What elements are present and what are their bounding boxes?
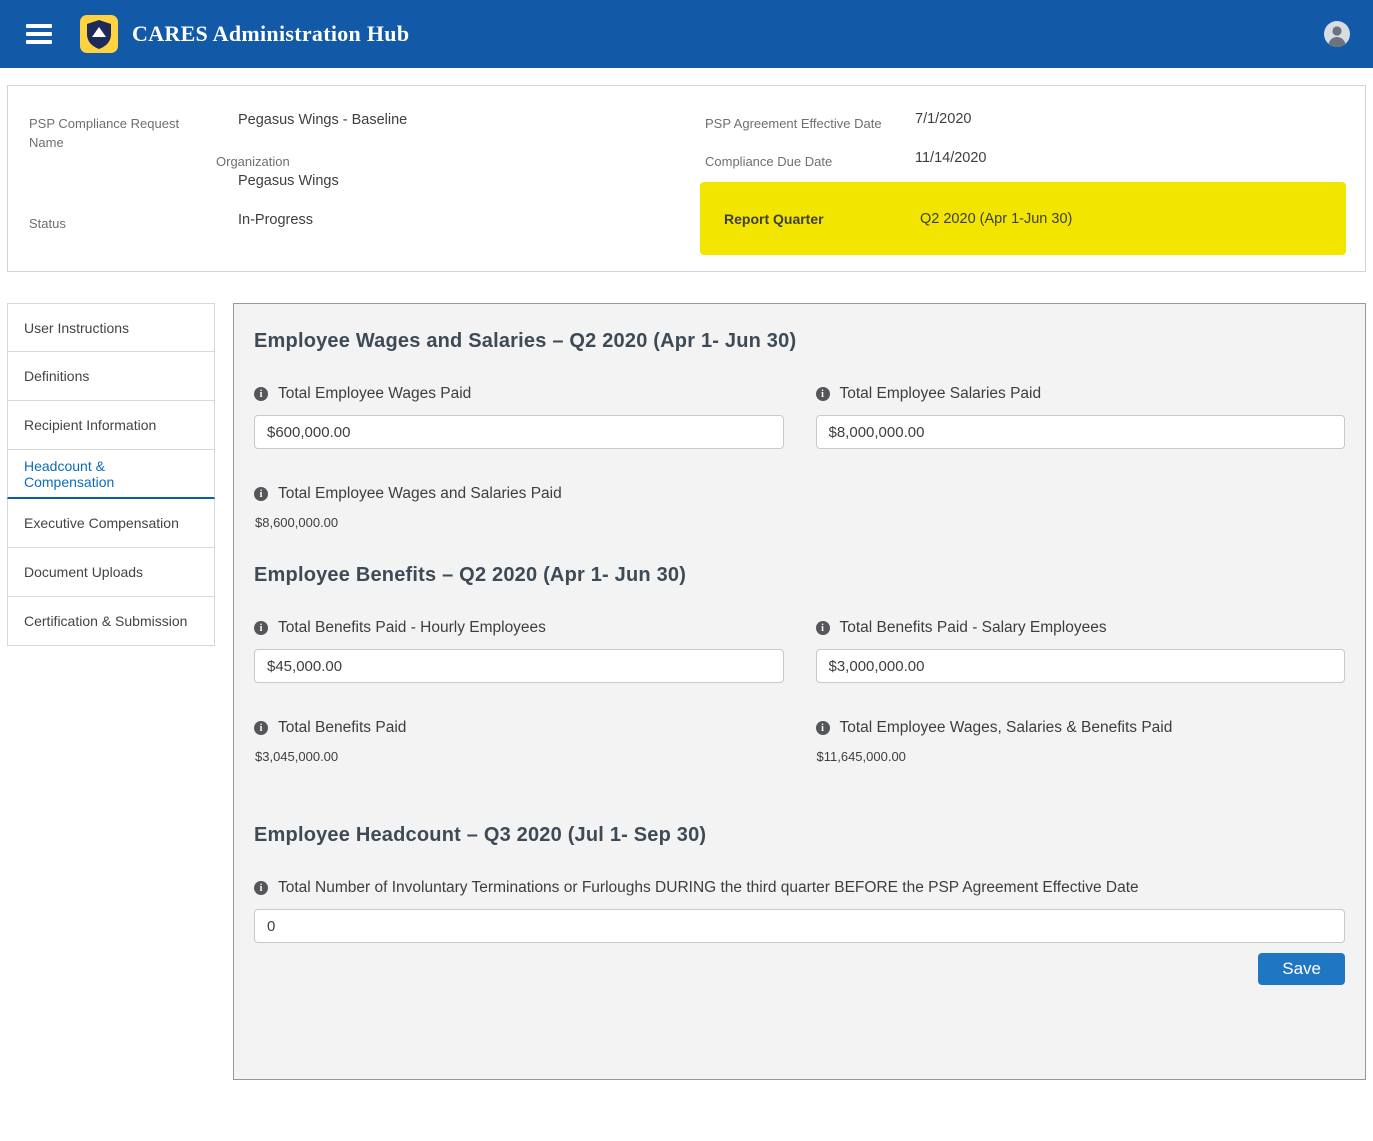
benefits-hourly-input[interactable] (254, 649, 784, 683)
wages-salaries-benefits-total-value: $11,645,000.00 (816, 749, 1346, 764)
sidebar-item-label: Document Uploads (24, 564, 143, 580)
info-icon[interactable]: i (254, 621, 268, 635)
benefits-salary-label: Total Benefits Paid - Salary Employees (840, 617, 1107, 639)
wages-salaries-total-label: Total Employee Wages and Salaries Paid (278, 483, 562, 505)
wages-paid-field: i Total Employee Wages Paid (254, 383, 784, 449)
salaries-paid-input[interactable] (816, 415, 1346, 449)
status-value: In-Progress (238, 212, 313, 228)
info-icon[interactable]: i (254, 387, 268, 401)
sidebar-item-recipient-information[interactable]: Recipient Information (7, 401, 215, 450)
benefits-hourly-label: Total Benefits Paid - Hourly Employees (278, 617, 546, 639)
status-label: Status (29, 214, 66, 233)
info-icon[interactable]: i (816, 621, 830, 635)
app-title: CARES Administration Hub (132, 21, 409, 47)
app-logo-icon (80, 15, 118, 53)
wages-salaries-total-value: $8,600,000.00 (254, 515, 1345, 530)
terminations-field: i Total Number of Involuntary Terminatio… (254, 877, 1345, 943)
sidebar-item-label: Certification & Submission (24, 613, 187, 629)
info-icon[interactable]: i (816, 387, 830, 401)
sidebar-item-label: Recipient Information (24, 417, 156, 433)
sidebar-item-executive-compensation[interactable]: Executive Compensation (7, 499, 215, 548)
top-app-bar: CARES Administration Hub (0, 0, 1373, 68)
salaries-paid-label: Total Employee Salaries Paid (840, 383, 1042, 405)
user-avatar-icon[interactable] (1323, 20, 1351, 48)
info-icon[interactable]: i (254, 487, 268, 501)
headcount-section-title: Employee Headcount – Q3 2020 (Jul 1- Sep… (254, 824, 1345, 847)
headcount-compensation-form: Employee Wages and Salaries – Q2 2020 (A… (233, 303, 1366, 1080)
due-date-value: 11/14/2020 (915, 150, 987, 166)
sidebar-item-label: Definitions (24, 368, 89, 384)
benefits-hourly-field: i Total Benefits Paid - Hourly Employees (254, 617, 784, 683)
terminations-input[interactable] (254, 909, 1345, 943)
menu-icon[interactable] (26, 24, 52, 44)
benefits-total-value: $3,045,000.00 (254, 749, 784, 764)
sidebar-item-label: User Instructions (24, 320, 129, 336)
sidebar-item-certification-submission[interactable]: Certification & Submission (7, 597, 215, 646)
salaries-paid-field: i Total Employee Salaries Paid (816, 383, 1346, 449)
sidebar-item-headcount-compensation[interactable]: Headcount & Compensation (7, 450, 215, 499)
wages-paid-label: Total Employee Wages Paid (278, 383, 471, 405)
report-quarter-highlight: Report Quarter Q2 2020 (Apr 1-Jun 30) (700, 182, 1346, 255)
report-quarter-value: Q2 2020 (Apr 1-Jun 30) (920, 211, 1072, 227)
benefits-salary-field: i Total Benefits Paid - Salary Employees (816, 617, 1346, 683)
wages-salaries-benefits-total-field: i Total Employee Wages, Salaries & Benef… (816, 717, 1346, 764)
benefits-section-title: Employee Benefits – Q2 2020 (Apr 1- Jun … (254, 564, 1345, 587)
request-name-label: PSP Compliance Request Name (29, 114, 189, 152)
wages-paid-input[interactable] (254, 415, 784, 449)
effective-date-value: 7/1/2020 (915, 111, 971, 127)
sidebar-item-label: Headcount & Compensation (24, 458, 198, 490)
request-name-value: Pegasus Wings - Baseline (238, 112, 407, 128)
terminations-label: Total Number of Involuntary Terminations… (278, 877, 1139, 899)
benefits-total-label: Total Benefits Paid (278, 717, 406, 739)
wages-salaries-benefits-total-label: Total Employee Wages, Salaries & Benefit… (840, 717, 1173, 739)
sidebar-item-document-uploads[interactable]: Document Uploads (7, 548, 215, 597)
info-icon[interactable]: i (254, 721, 268, 735)
info-icon[interactable]: i (816, 721, 830, 735)
sidebar-item-definitions[interactable]: Definitions (7, 352, 215, 401)
organization-value: Pegasus Wings (238, 173, 339, 189)
wages-salaries-total-field: i Total Employee Wages and Salaries Paid… (254, 483, 1345, 530)
sidebar-item-label: Executive Compensation (24, 515, 179, 531)
section-nav-sidebar: User Instructions Definitions Recipient … (7, 303, 215, 646)
due-date-label: Compliance Due Date (705, 152, 832, 171)
wages-section-title: Employee Wages and Salaries – Q2 2020 (A… (254, 330, 1345, 353)
report-quarter-label: Report Quarter (724, 211, 920, 227)
compliance-summary-card: PSP Compliance Request Name Pegasus Wing… (7, 85, 1366, 272)
effective-date-label: PSP Agreement Effective Date (705, 114, 882, 133)
organization-label: Organization (216, 152, 290, 171)
benefits-total-field: i Total Benefits Paid $3,045,000.00 (254, 717, 784, 764)
info-icon[interactable]: i (254, 881, 268, 895)
save-button[interactable]: Save (1258, 953, 1345, 985)
benefits-salary-input[interactable] (816, 649, 1346, 683)
sidebar-item-user-instructions[interactable]: User Instructions (7, 303, 215, 352)
